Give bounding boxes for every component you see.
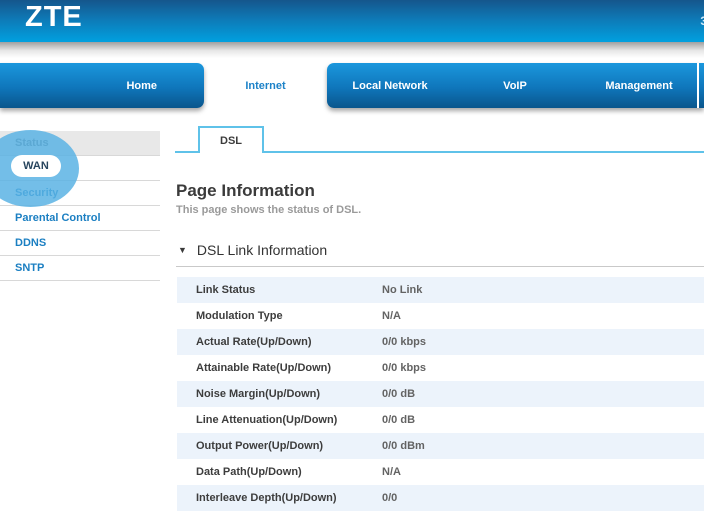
row-label: Actual Rate(Up/Down) [196,336,382,348]
dsl-link-information-section-header[interactable]: ▼ DSL Link Information [178,242,327,258]
row-value: 0/0 dB [382,414,415,426]
sidebar-item-ddns[interactable]: DDNS [0,231,160,256]
table-row: Modulation Type N/A [177,303,704,329]
tab-management[interactable]: Management [605,80,672,92]
row-value: No Link [382,284,422,296]
table-row: Data Path(Up/Down) N/A [177,459,704,485]
row-label: Line Attenuation(Up/Down) [196,414,382,426]
table-row: Link Status No Link [177,277,704,303]
tab-internet[interactable]: Internet [204,63,327,108]
banner-corner-partial-text: 3 [700,14,704,28]
table-row: Line Attenuation(Up/Down) 0/0 dB [177,407,704,433]
row-label: Modulation Type [196,310,382,322]
row-value: N/A [382,466,401,478]
banner-shadow [0,42,704,58]
page-description: This page shows the status of DSL. [176,204,361,216]
row-value: 0/0 dB [382,388,415,400]
row-label: Attainable Rate(Up/Down) [196,362,382,374]
nav-separator [697,63,699,108]
row-value: 0/0 dBm [382,440,425,452]
row-value: 0/0 kbps [382,362,426,374]
sidebar-item-sntp[interactable]: SNTP [0,256,160,281]
section-divider [176,266,704,267]
tab-home-label: Home [126,80,157,92]
row-label: Output Power(Up/Down) [196,440,382,452]
tab-dsl[interactable]: DSL [198,126,264,153]
row-value: 0/0 [382,492,397,504]
table-row: Attainable Rate(Up/Down) 0/0 kbps [177,355,704,381]
row-label: Link Status [196,284,382,296]
section-title: DSL Link Information [197,242,327,258]
zte-logo: ZTE [25,1,83,34]
tab-local-network[interactable]: Local Network [352,80,427,92]
table-row: Output Power(Up/Down) 0/0 dBm [177,433,704,459]
wan-highlight-pill[interactable]: WAN [11,155,61,177]
table-row: Actual Rate(Up/Down) 0/0 kbps [177,329,704,355]
table-row: Noise Margin(Up/Down) 0/0 dB [177,381,704,407]
tab-home[interactable]: Home [0,63,204,108]
row-label: Data Path(Up/Down) [196,466,382,478]
sidebar-item-parental-control[interactable]: Parental Control [0,206,160,231]
row-label: Interleave Depth(Up/Down) [196,492,382,504]
row-label: Noise Margin(Up/Down) [196,388,382,400]
dsl-status-table: Link Status No Link Modulation Type N/A … [177,277,704,511]
row-value: 0/0 kbps [382,336,426,348]
brand-banner: ZTE 3 [0,0,704,42]
router-admin-page: ZTE 3 Home Internet Local Network VoIP M… [0,0,704,514]
nav-right-group: Local Network VoIP Management [327,63,704,108]
table-row: Interleave Depth(Up/Down) 0/0 [177,485,704,511]
row-value: N/A [382,310,401,322]
page-title: Page Information [176,181,315,201]
collapse-triangle-icon: ▼ [178,245,187,255]
tab-voip[interactable]: VoIP [503,80,527,92]
